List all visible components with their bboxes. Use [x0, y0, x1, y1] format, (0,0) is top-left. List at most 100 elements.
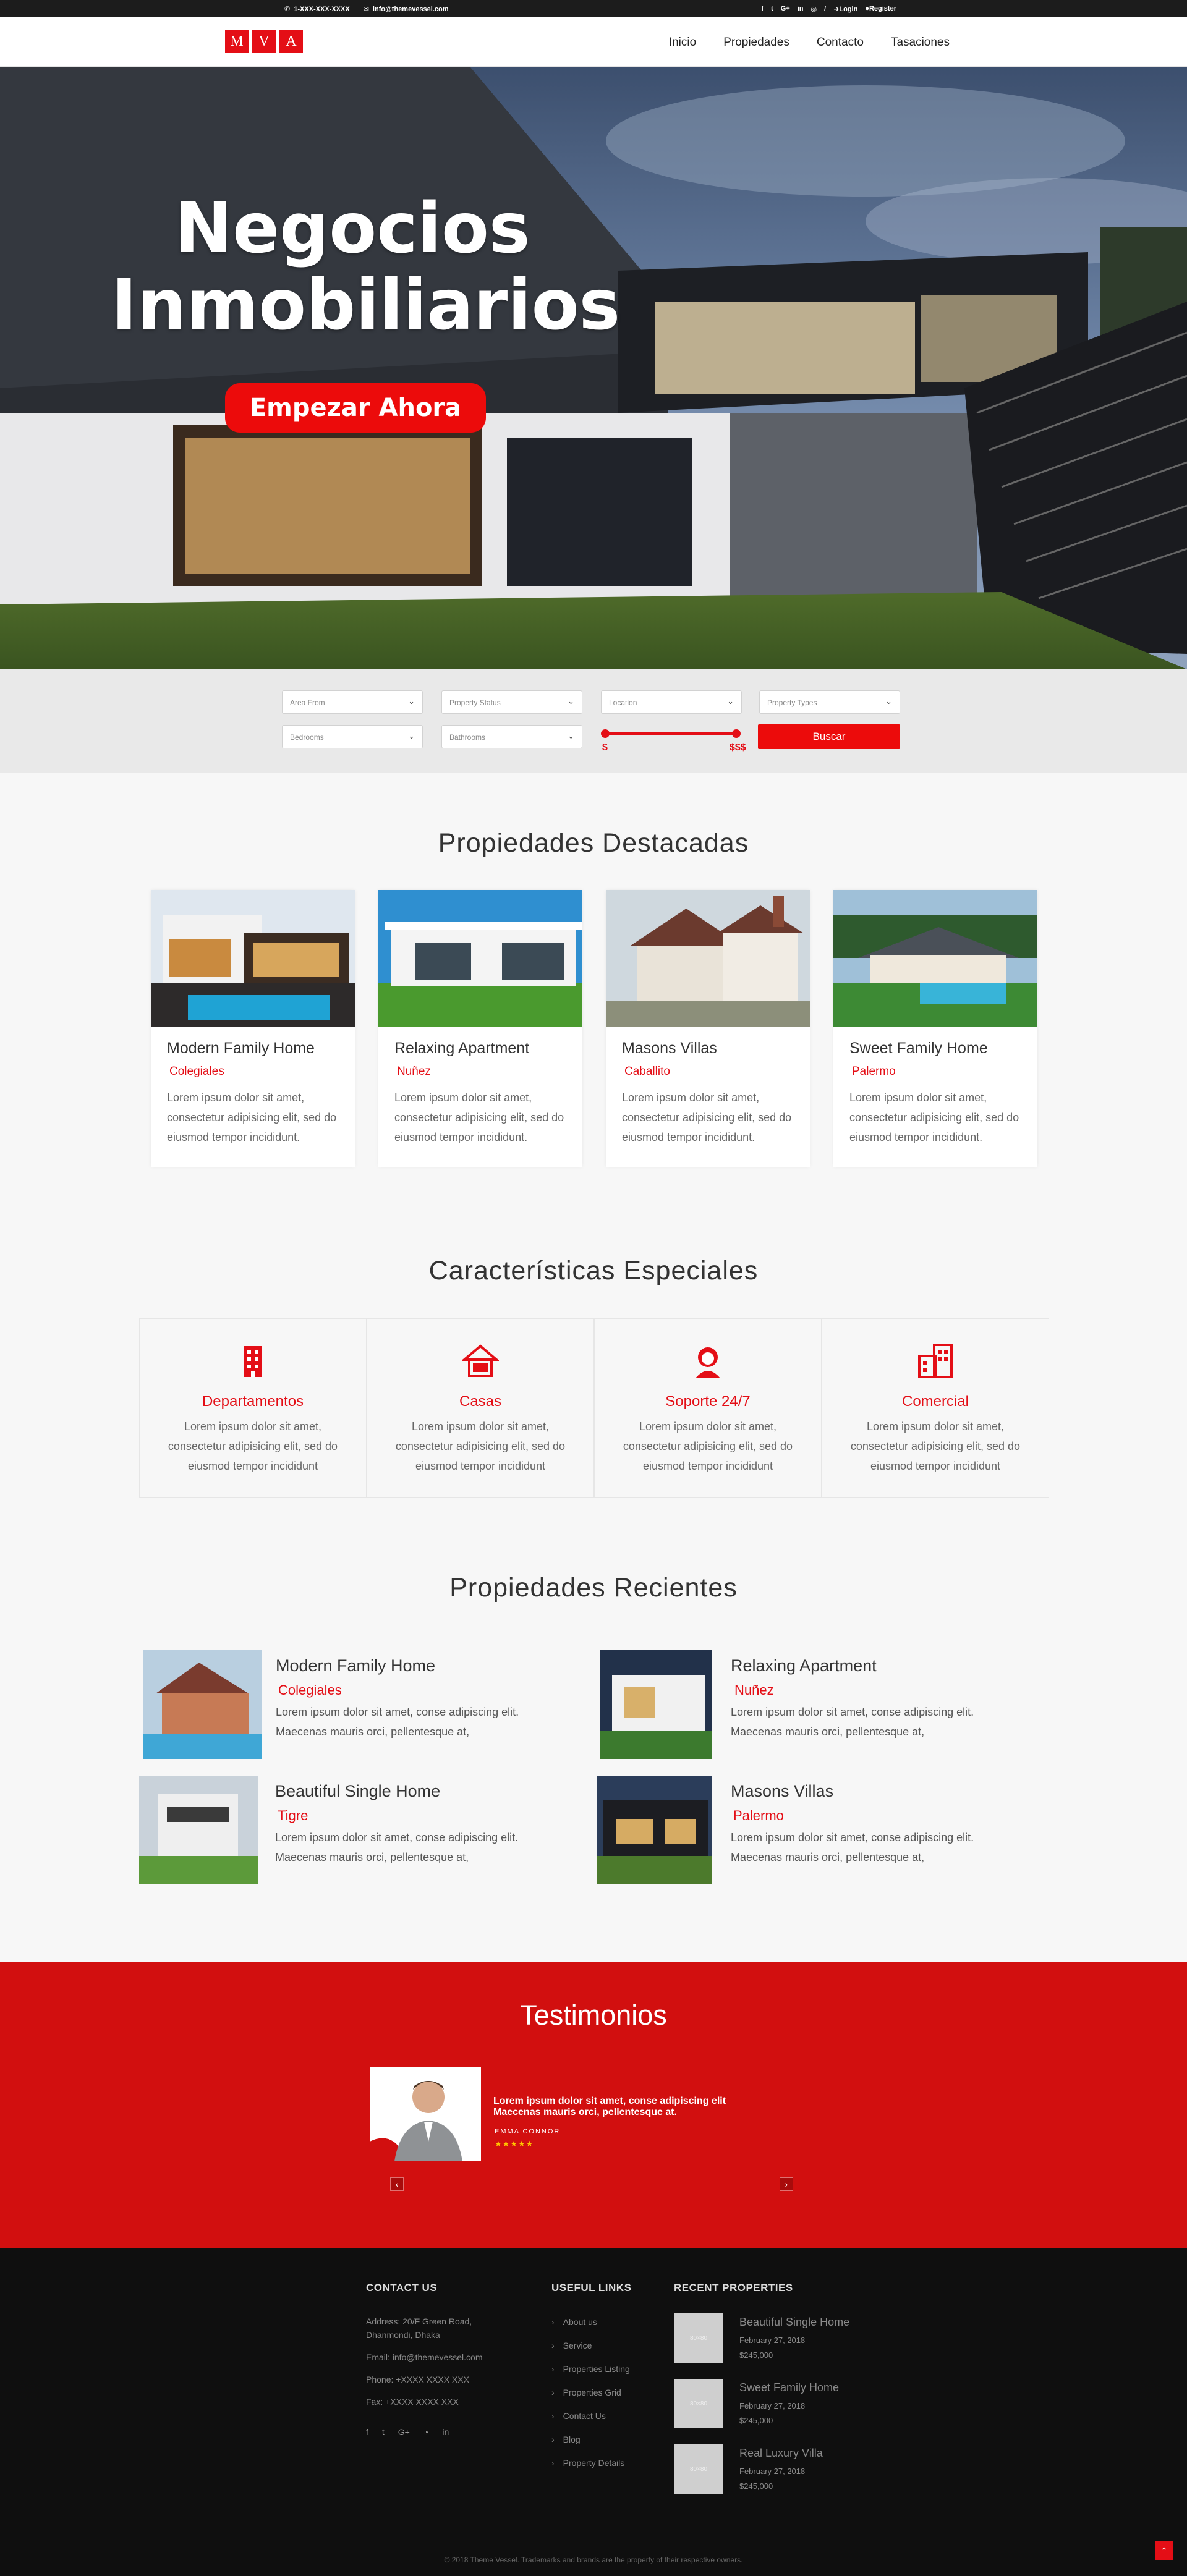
- recent-property[interactable]: Masons Villas Palermo Lorem ipsum dolor …: [597, 1776, 1042, 1887]
- logo-letter: M: [225, 30, 249, 53]
- chevron-down-icon: ⌄: [408, 731, 415, 740]
- property-types-select[interactable]: Property Types ⌄: [759, 690, 900, 714]
- recent-property-title[interactable]: Beautiful Single Home: [275, 1782, 440, 1801]
- price-max-handle[interactable]: [732, 729, 741, 738]
- property-title[interactable]: Masons Villas: [622, 1040, 717, 1057]
- rss-icon[interactable]: ◔: [423, 2427, 428, 2437]
- facebook-icon[interactable]: f: [761, 5, 764, 13]
- instagram-icon[interactable]: ◎: [810, 5, 817, 13]
- footer-recent-title: RECENT PROPERTIES: [674, 2282, 793, 2294]
- property-card[interactable]: Sweet Family Home Palermo Lorem ipsum do…: [833, 890, 1037, 1167]
- footer-link[interactable]: › Blog: [551, 2434, 630, 2458]
- chevron-right-icon: ›: [551, 2434, 555, 2444]
- footer-link[interactable]: › Properties Listing: [551, 2364, 630, 2387]
- bathrooms-select[interactable]: Bathrooms ⌄: [441, 725, 582, 748]
- footer-property-price: $245,000: [739, 2481, 773, 2491]
- property-thumbnail: 80×80: [674, 2313, 723, 2363]
- footer-recent-property[interactable]: 80×80 Beautiful Single Home February 27,…: [674, 2313, 872, 2366]
- recent-property-location: Nuñez: [734, 1682, 774, 1698]
- property-card[interactable]: Relaxing Apartment Nuñez Lorem ipsum dol…: [378, 890, 582, 1167]
- property-description: Lorem ipsum dolor sit amet, consectetur …: [849, 1091, 1019, 1143]
- footer-recent-property[interactable]: 80×80 Real Luxury Villa February 27, 201…: [674, 2444, 872, 2498]
- hero-title: Negocios Inmobiliarios: [111, 189, 621, 345]
- chevron-up-icon: ⌃: [1160, 2545, 1168, 2556]
- recent-property-title[interactable]: Masons Villas: [731, 1782, 833, 1801]
- recent-property-title[interactable]: Modern Family Home: [276, 1656, 435, 1676]
- testimonial-next-button[interactable]: ›: [780, 2177, 793, 2191]
- logo[interactable]: M V A: [225, 30, 303, 53]
- property-title[interactable]: Modern Family Home: [167, 1040, 315, 1057]
- footer-property-title[interactable]: Real Luxury Villa: [739, 2447, 823, 2460]
- recent-property[interactable]: Modern Family Home Colegiales Lorem ipsu…: [143, 1650, 589, 1761]
- main-nav: Inicio Propiedades Contacto Tasaciones: [669, 36, 950, 49]
- main-header: M V A Inicio Propiedades Contacto Tasaci…: [0, 17, 1187, 67]
- phone-icon: ✆: [284, 6, 291, 13]
- google-plus-icon[interactable]: G+: [398, 2427, 410, 2437]
- recent-property[interactable]: Relaxing Apartment Nuñez Lorem ipsum dol…: [600, 1650, 1045, 1761]
- footer-link[interactable]: › Property Details: [551, 2458, 630, 2481]
- property-description: Lorem ipsum dolor sit amet, consectetur …: [167, 1091, 337, 1143]
- footer-links: › About us › Service › Properties Listing ›…: [551, 2317, 630, 2481]
- feature-description: Lorem ipsum dolor sit amet, consectetur …: [395, 1420, 566, 1472]
- chevron-down-icon: ⌄: [568, 731, 574, 740]
- footer-link[interactable]: › Service: [551, 2341, 630, 2364]
- facebook-icon[interactable]: f: [366, 2427, 368, 2437]
- property-description: Lorem ipsum dolor sit amet, consectetur …: [622, 1091, 792, 1143]
- footer-contact-info: Address: 20/F Green Road, Dhanmondi, Dha…: [366, 2315, 514, 2417]
- chevron-down-icon: ⌄: [727, 697, 734, 706]
- recent-property-location: Tigre: [278, 1808, 308, 1823]
- login-link[interactable]: ➜Login: [833, 5, 857, 13]
- hero-house-image: [0, 67, 1187, 669]
- property-card[interactable]: Masons Villas Caballito Lorem ipsum dolo…: [606, 890, 810, 1167]
- property-title[interactable]: Sweet Family Home: [849, 1040, 988, 1057]
- footer-link[interactable]: › About us: [551, 2317, 630, 2341]
- nav-item-inicio[interactable]: Inicio: [669, 36, 696, 49]
- phone-link[interactable]: ✆ 1-XXX-XXX-XXXX: [284, 5, 350, 14]
- footer-links-title: USEFUL LINKS: [551, 2282, 632, 2294]
- property-status-select[interactable]: Property Status ⌄: [441, 690, 582, 714]
- property-card[interactable]: Modern Family Home Colegiales Lorem ipsu…: [151, 890, 355, 1167]
- feature-box: Departamentos Lorem ipsum dolor sit amet…: [139, 1318, 367, 1498]
- footer-recent-property[interactable]: 80×80 Sweet Family Home February 27, 201…: [674, 2379, 872, 2432]
- footer-property-date: February 27, 2018: [739, 2401, 806, 2410]
- google-plus-icon[interactable]: G+: [781, 5, 790, 13]
- nav-item-tasaciones[interactable]: Tasaciones: [891, 36, 950, 49]
- property-title[interactable]: Relaxing Apartment: [394, 1040, 529, 1057]
- linkedin-icon[interactable]: in: [798, 5, 804, 13]
- price-max-label: $$$: [730, 742, 746, 753]
- recent-property-description: Lorem ipsum dolor sit amet, conse adipis…: [276, 1706, 519, 1738]
- footer-link[interactable]: › Properties Grid: [551, 2387, 630, 2411]
- linkedin-icon[interactable]: in: [442, 2427, 449, 2437]
- bedrooms-select[interactable]: Bedrooms ⌄: [282, 725, 423, 748]
- property-location: Colegiales: [169, 1065, 224, 1078]
- feature-title: Soporte 24/7: [665, 1393, 751, 1410]
- footer-property-date: February 27, 2018: [739, 2336, 806, 2345]
- property-thumbnail: 80×80: [674, 2379, 723, 2428]
- footer-property-title[interactable]: Sweet Family Home: [739, 2381, 839, 2394]
- email-link[interactable]: ✉ info@themevessel.com: [364, 5, 449, 14]
- feature-description: Lorem ipsum dolor sit amet, consectetur …: [623, 1420, 793, 1472]
- back-to-top-button[interactable]: ⌃: [1155, 2541, 1173, 2560]
- footer-property-date: February 27, 2018: [739, 2467, 806, 2476]
- footer-social: f t G+ ◔ in: [366, 2427, 449, 2437]
- empezar-ahora-button[interactable]: Empezar Ahora: [225, 383, 486, 433]
- nav-item-contacto[interactable]: Contacto: [817, 36, 864, 49]
- buscar-button[interactable]: Buscar: [758, 724, 900, 749]
- testimonial-rating-stars: ★★★★★: [495, 2139, 534, 2148]
- recent-property-title[interactable]: Relaxing Apartment: [731, 1656, 877, 1676]
- twitter-icon[interactable]: t: [771, 5, 773, 13]
- recent-property[interactable]: Beautiful Single Home Tigre Lorem ipsum …: [139, 1776, 584, 1887]
- twitter-icon[interactable]: t: [382, 2427, 385, 2437]
- testimonial-prev-button[interactable]: ‹: [390, 2177, 404, 2191]
- footer-link[interactable]: › Contact Us: [551, 2411, 630, 2434]
- area-from-select[interactable]: Area From ⌄: [282, 690, 423, 714]
- nav-item-propiedades[interactable]: Propiedades: [723, 36, 789, 49]
- footer-email: Email: info@themevessel.com: [366, 2352, 483, 2362]
- register-link[interactable]: ●Register: [865, 5, 896, 13]
- testimonials-section: Testimonios Lorem ipsum dolor sit amet, …: [0, 1962, 1187, 2248]
- price-min-handle[interactable]: [601, 729, 610, 738]
- location-select[interactable]: Location ⌄: [601, 690, 742, 714]
- property-location: Caballito: [624, 1065, 670, 1078]
- footer-property-title[interactable]: Beautiful Single Home: [739, 2316, 849, 2329]
- feature-box: Soporte 24/7 Lorem ipsum dolor sit amet,…: [594, 1318, 822, 1498]
